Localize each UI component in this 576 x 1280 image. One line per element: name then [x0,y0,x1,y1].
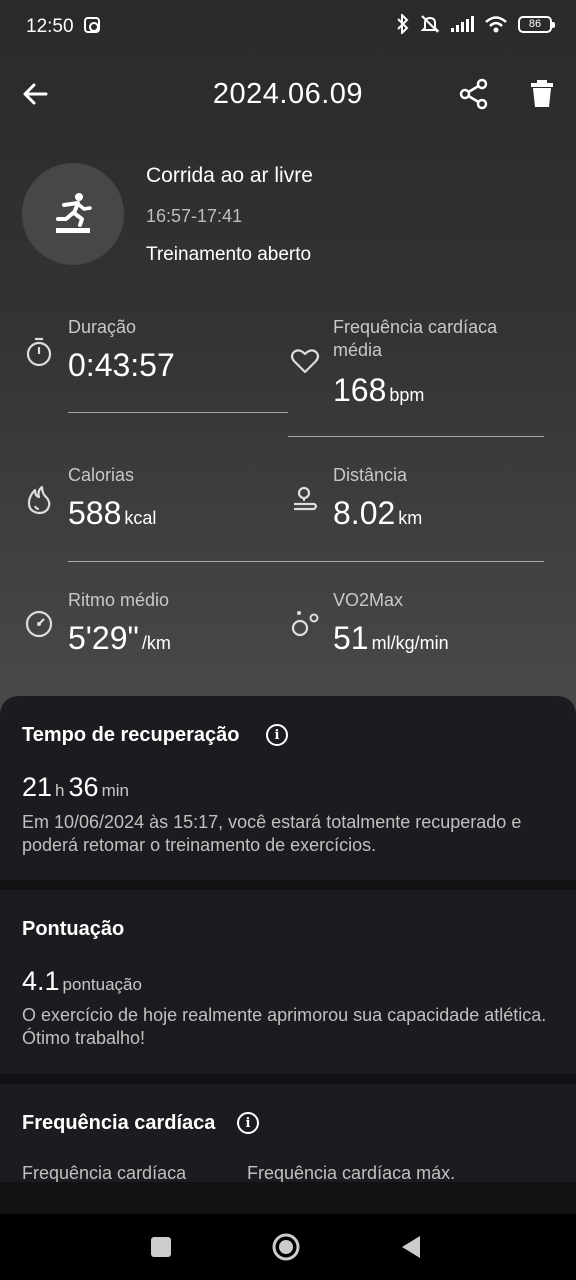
recovery-minutes-unit: min [101,781,129,800]
avg-pace-value-row: 5'29"/km [68,618,171,663]
score-title: Pontuação [22,918,125,940]
vo2max-label: VO2Max [333,590,404,610]
activity-time-range: 16:57-17:41 [146,206,243,226]
avg-heart-rate-unit: bpm [389,385,425,405]
recovery-title: Tempo de recuperação [22,724,240,746]
status-icons: 86 [396,14,555,34]
oxygen-bubbles-icon [291,611,319,637]
duration-label: Duração [68,317,137,337]
route-pin-icon [294,486,318,511]
score-value-row: 4.1 pontuação [22,966,146,997]
score-card: Pontuação 4.1 pontuação O exercício de ho… [0,890,576,1074]
recovery-hours-unit: h [55,781,65,800]
square-icon [151,1237,171,1257]
share-icon [459,78,488,110]
metric-vo2max: VO2Max 51 ml/kg/min [333,589,449,663]
status-time: 12:50 [26,16,74,37]
distance-value-row: 8.02 km [333,493,422,538]
divider [288,436,544,437]
activity-mode: Treinamento aberto [146,244,312,265]
metric-distance: Distância 8.02 km [333,464,422,538]
score-value: 4.1 [22,966,60,996]
back-nav-button[interactable] [396,1232,426,1262]
heart-icon [290,349,320,374]
share-button[interactable] [456,76,492,112]
avg-heart-rate-value-row: 168 bpm [333,370,497,415]
mute-bell-icon [420,15,440,33]
info-icon[interactable]: i [266,724,288,746]
signal-icon [451,16,474,32]
home-button[interactable] [271,1232,301,1262]
avg-heart-rate-label-line2: média [333,340,383,360]
distance-label: Distância [333,465,408,485]
speedometer-icon [25,610,53,638]
recovery-card: Tempo de recuperação i 21 h 36 min Em 10/06… [0,696,576,880]
heart-rate-col2-label: Frequência cardíaca máx. [247,1163,456,1182]
heart-rate-title: Frequência cardíaca [22,1112,216,1134]
flame-icon [27,485,51,515]
status-bar: 12:50 86 [0,0,576,56]
recovery-time: 21 h 36 min [22,772,133,803]
wifi-icon [485,16,507,33]
recovery-hours: 21 [22,772,53,802]
instagram-icon [84,17,100,33]
bluetooth-icon [397,14,409,34]
stopwatch-icon [26,337,52,367]
system-nav-bar [0,1214,576,1280]
triangle-back-icon [402,1236,420,1258]
vo2max-value: 51 [333,620,369,656]
divider [68,561,544,562]
circle-icon [272,1233,300,1261]
duration-value: 0:43:57 [68,347,175,383]
recovery-minutes: 36 [68,772,99,802]
vo2max-value-row: 51 ml/kg/min [333,618,449,663]
avg-pace-label: Ritmo médio [68,590,170,610]
score-description: O exercício de hoje realmente aprimorou … [22,1005,547,1048]
calories-unit: kcal [124,508,157,528]
heart-rate-card: Frequência cardíaca i Frequência cardíac… [0,1084,576,1182]
distance-value: 8.02 [333,495,396,531]
calories-label: Calorias [68,465,135,485]
trash-icon [531,80,553,107]
metric-calories: Calorias 588 kcal [68,464,156,538]
recovery-description: Em 10/06/2024 às 15:17, você estará tota… [22,812,522,855]
battery-icon: 86 [518,15,555,33]
metric-avg-pace: Ritmo médio 5'29"/km [68,589,171,663]
calories-value: 588 [68,495,122,531]
metric-duration: Duração 0:43:57 [68,316,175,385]
recents-button[interactable] [146,1232,176,1262]
running-icon [56,193,92,233]
avg-pace-unit: /km [141,633,171,653]
header: 2024.06.09 [0,64,576,124]
delete-button[interactable] [524,76,560,112]
info-icon[interactable]: i [237,1112,259,1134]
avg-heart-rate-value: 168 [333,372,387,408]
divider [68,412,288,413]
activity-avatar [22,163,124,265]
calories-value-row: 588 kcal [68,493,156,538]
distance-unit: km [398,508,423,528]
score-unit: pontuação [62,975,142,994]
heart-rate-col1-label: Frequência cardíaca [22,1163,187,1182]
avg-heart-rate-label-line1: Frequência cardíaca [333,317,498,337]
activity-name: Corrida ao ar livre [146,164,313,187]
metric-avg-heart-rate: Frequência cardíaca média 168 bpm [333,316,497,415]
vo2max-unit: ml/kg/min [371,633,449,653]
avg-pace-value: 5'29" [68,620,139,656]
